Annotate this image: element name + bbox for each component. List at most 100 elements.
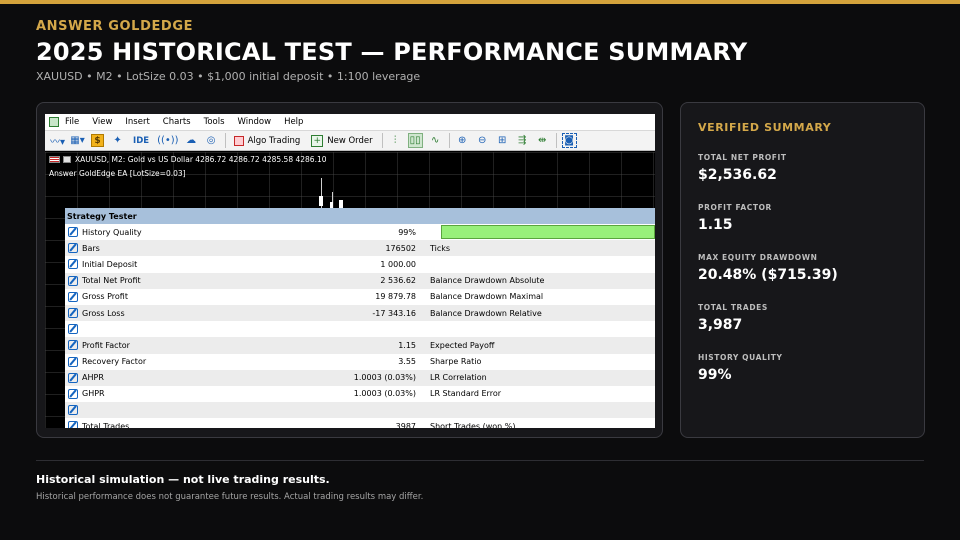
new-order-button[interactable]: + New Order — [308, 133, 375, 148]
menu-tools[interactable]: Tools — [204, 117, 225, 127]
metric-value: 20.48% ($715.39) — [698, 267, 838, 283]
algo-trading-button[interactable]: Algo Trading — [231, 133, 304, 148]
menu-insert[interactable]: Insert — [125, 117, 149, 127]
menu-charts[interactable]: Charts — [163, 117, 191, 127]
candlestick-icon[interactable]: ▯▯ — [407, 133, 423, 148]
terminal-toolbar: 〰▾ ▦▾ $ ✦ IDE ((•)) ☁ ◎ Algo Trading + Ne… — [45, 130, 655, 151]
edit-icon[interactable] — [68, 291, 78, 302]
row-label-secondary: Balance Drawdown Relative — [430, 308, 542, 318]
metric-label: MAX EQUITY DRAWDOWN — [698, 253, 818, 262]
row-value: 3987 — [395, 421, 416, 428]
line-chart-icon[interactable]: 〰▾ — [50, 133, 65, 148]
metric-total-trades: TOTAL TRADES 3,987 — [698, 303, 907, 333]
app-icon — [49, 117, 59, 127]
us-flag-icon — [49, 156, 60, 163]
menu-file[interactable]: File — [65, 117, 79, 127]
menu-view[interactable]: View — [92, 117, 112, 127]
row-value: 1.0003 (0.03%) — [353, 373, 416, 383]
table-row: Bars 176502 Ticks — [65, 240, 655, 257]
row-label: AHPR — [82, 373, 104, 383]
menu-help[interactable]: Help — [284, 117, 303, 127]
metric-history-quality: HISTORY QUALITY 99% — [698, 353, 907, 383]
row-label-secondary: Ticks — [430, 243, 451, 253]
menu-window[interactable]: Window — [238, 117, 272, 127]
row-label-secondary: LR Correlation — [430, 373, 487, 383]
table-row: Total Trades 3987 Short Trades (won %) — [65, 418, 655, 428]
broadcast-icon[interactable]: ((•)) — [157, 133, 179, 148]
row-label-secondary: Sharpe Ratio — [430, 357, 482, 367]
strategy-tester-header: Strategy Tester — [65, 208, 655, 224]
page-title: 2025 HISTORICAL TEST — PERFORMANCE SUMMA… — [36, 38, 748, 66]
row-value: 99% — [398, 227, 416, 237]
top-accent-bar — [0, 0, 960, 4]
strategy-tester-rows: History Quality 99% Bars 176502 Ticks Initial… — [65, 224, 655, 428]
algo-trading-icon — [233, 135, 244, 146]
edit-icon[interactable] — [68, 421, 78, 428]
row-label: History Quality — [82, 227, 142, 237]
metric-label: HISTORY QUALITY — [698, 353, 783, 362]
market-icon[interactable]: $ — [90, 133, 105, 148]
strategy-tester-panel: Strategy Tester History Quality 99% Bars 17… — [65, 208, 655, 428]
edit-icon[interactable] — [68, 372, 78, 383]
toolbar-separator — [381, 133, 383, 148]
ide-button[interactable]: IDE — [130, 133, 152, 148]
verified-summary-card: VERIFIED SUMMARY TOTAL NET PROFIT $2,536… — [680, 102, 925, 438]
row-label: GHPR — [82, 389, 105, 399]
footer-note: Historical performance does not guarante… — [36, 492, 424, 502]
toolbar-separator — [448, 133, 450, 148]
edit-icon[interactable] — [68, 340, 78, 351]
row-label-secondary: Balance Drawdown Absolute — [430, 276, 545, 286]
edit-icon[interactable] — [68, 227, 78, 238]
vps-icon[interactable]: ◎ — [204, 133, 219, 148]
bar-chart-icon[interactable]: ⫶ — [388, 133, 403, 148]
edit-icon[interactable] — [68, 388, 78, 399]
line-icon[interactable]: ∿ — [428, 133, 443, 148]
table-row: Initial Deposit 1 000.00 — [65, 256, 655, 272]
table-row: Total Net Profit 2 536.62 Balance Drawdown… — [65, 272, 655, 289]
terminal-screenshot-card: File View Insert Charts Tools Window Hel… — [36, 102, 663, 438]
row-value: 176502 — [385, 243, 416, 253]
row-label: Profit Factor — [82, 340, 130, 350]
table-row: Gross Profit 19 879.78 Balance Drawdown Ma… — [65, 289, 655, 305]
edit-icon[interactable] — [68, 275, 78, 286]
metric-profit-factor: PROFIT FACTOR 1.15 — [698, 203, 907, 233]
zoom-in-icon[interactable]: ⊕ — [455, 133, 470, 148]
page-subtitle: XAUUSD • M2 • LotSize 0.03 • $1,000 init… — [36, 70, 421, 83]
metric-label: TOTAL TRADES — [698, 303, 768, 312]
metric-max-equity-drawdown: MAX EQUITY DRAWDOWN 20.48% ($715.39) — [698, 253, 907, 283]
row-value: 3.55 — [398, 357, 416, 367]
footer-divider — [36, 460, 924, 461]
table-row: History Quality 99% — [65, 224, 655, 240]
autoscroll-icon[interactable]: ⇹ — [535, 133, 550, 148]
tile-windows-icon[interactable]: ⊞ — [495, 133, 510, 148]
chart-template-icon[interactable]: ▦▾ — [70, 133, 85, 148]
screenshot-icon[interactable]: ◙ — [561, 133, 577, 148]
row-label: Gross Profit — [82, 292, 128, 302]
table-row: AHPR 1.0003 (0.03%) LR Correlation — [65, 369, 655, 386]
row-value: 1.0003 (0.03%) — [353, 389, 416, 399]
edit-icon[interactable] — [68, 324, 78, 335]
footer-disclaimer: Historical simulation — not live trading… — [36, 473, 330, 486]
row-label: Initial Deposit — [82, 259, 138, 269]
cloud-icon[interactable]: ☁ — [184, 133, 199, 148]
edit-icon[interactable] — [68, 405, 78, 416]
signals-icon[interactable]: ✦ — [110, 133, 125, 148]
chart-shift-icon[interactable]: ⇶ — [515, 133, 530, 148]
row-label: Total Net Profit — [82, 276, 141, 286]
row-value: 1.15 — [398, 340, 416, 350]
row-value: 19 879.78 — [375, 292, 416, 302]
row-label-secondary: Balance Drawdown Maximal — [430, 292, 544, 302]
table-row — [65, 402, 655, 419]
edit-icon[interactable] — [68, 356, 78, 367]
terminal-menubar: File View Insert Charts Tools Window Hel… — [45, 114, 655, 130]
edit-icon[interactable] — [68, 243, 78, 254]
zoom-out-icon[interactable]: ⊖ — [475, 133, 490, 148]
metric-label: PROFIT FACTOR — [698, 203, 772, 212]
gold-flag-icon — [63, 156, 71, 163]
edit-icon[interactable] — [68, 259, 78, 270]
row-label: Recovery Factor — [82, 357, 147, 367]
table-row: Recovery Factor 3.55 Sharpe Ratio — [65, 354, 655, 370]
edit-icon[interactable] — [68, 308, 78, 319]
toolbar-separator — [555, 133, 557, 148]
table-row — [65, 321, 655, 337]
